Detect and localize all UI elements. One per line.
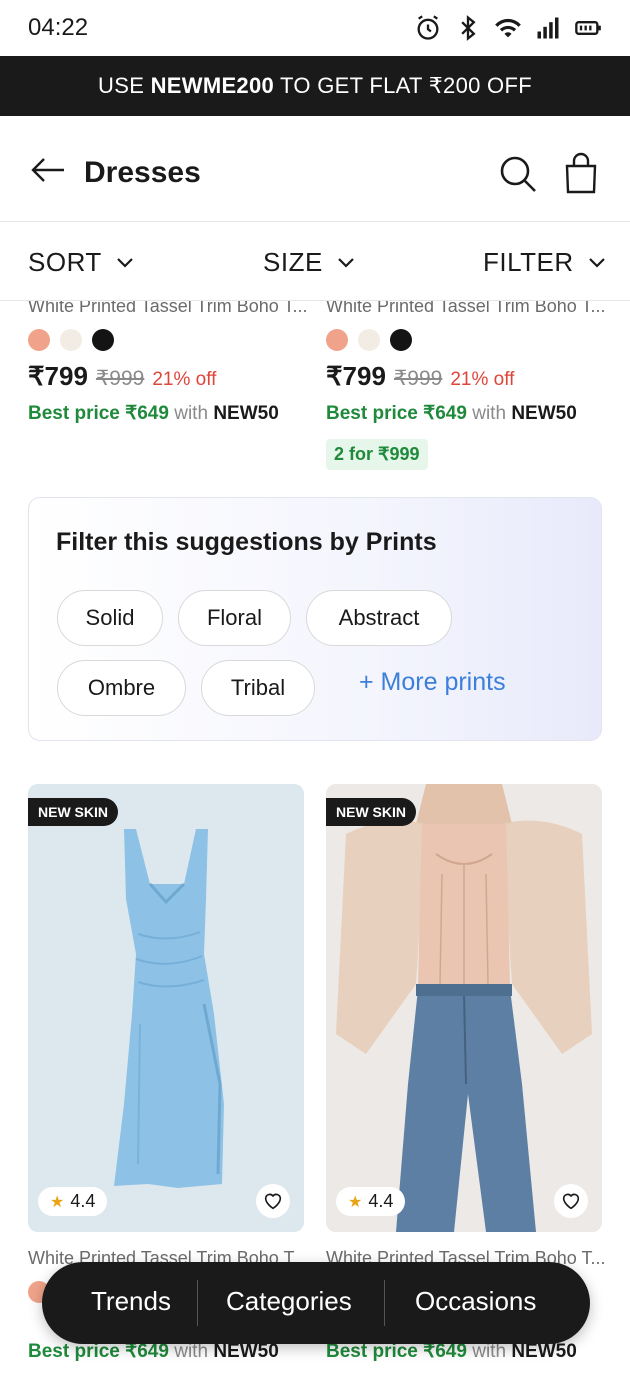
color-swatches: [326, 329, 606, 351]
filter-suggestion-title: Filter this suggestions by Prints: [56, 528, 437, 556]
star-icon: ★: [348, 1193, 363, 1211]
nav-divider: [384, 1280, 385, 1326]
promo-code: NEWME200: [150, 73, 275, 98]
product-card[interactable]: NEW SKIN ★ 4.4: [326, 784, 602, 1232]
new-skin-tag: NEW SKIN: [28, 798, 118, 826]
battery-icon: [575, 21, 601, 35]
rating-value: 4.4: [70, 1191, 96, 1211]
bluetooth-icon: [461, 15, 476, 41]
filter-label: FILTER: [483, 247, 574, 277]
status-icons: [414, 14, 602, 42]
color-swatch[interactable]: [390, 329, 412, 351]
back-arrow-icon[interactable]: [30, 156, 66, 184]
color-swatch[interactable]: [92, 329, 114, 351]
best-price-label: Best price ₹649: [28, 403, 169, 424]
chip-abstract[interactable]: Abstract: [306, 590, 452, 646]
chip-ombre[interactable]: Ombre: [57, 660, 186, 716]
page: 04:22 USE NEWME200 TO GET FLAT ₹200 OFF …: [0, 0, 630, 1400]
product-image[interactable]: [326, 784, 602, 1232]
heart-icon: [264, 1193, 282, 1210]
heart-icon: [562, 1193, 580, 1210]
mrp: ₹999: [393, 367, 443, 390]
wifi-icon: [495, 18, 521, 38]
search-icon[interactable]: [498, 154, 538, 194]
filter-suggestion-card: Filter this suggestions by Prints Solid …: [28, 497, 602, 741]
color-swatches: [28, 329, 308, 351]
mrp: ₹999: [95, 367, 145, 390]
nav-trends[interactable]: Trends: [91, 1286, 171, 1317]
best-price-with: with: [466, 403, 512, 424]
discount: 21% off: [152, 369, 217, 390]
price: ₹799: [326, 361, 386, 391]
filter-dropdown[interactable]: FILTER: [483, 247, 606, 278]
chip-solid[interactable]: Solid: [57, 590, 163, 646]
chip-tribal[interactable]: Tribal: [201, 660, 315, 716]
rating-badge: ★ 4.4: [38, 1187, 108, 1216]
size-dropdown[interactable]: SIZE: [263, 247, 355, 278]
promo-banner[interactable]: USE NEWME200 TO GET FLAT ₹200 OFF: [0, 56, 630, 116]
chevron-down-icon: [116, 257, 133, 268]
color-swatch[interactable]: [358, 329, 380, 351]
product-info[interactable]: White Printed Tassel Trim Boho T... ₹799…: [326, 296, 606, 470]
best-price-with: with: [168, 403, 214, 424]
coupon-code: NEW50: [511, 403, 577, 424]
rating-value: 4.4: [368, 1191, 394, 1211]
chip-floral[interactable]: Floral: [178, 590, 291, 646]
chevron-down-icon: [588, 257, 605, 268]
alarm-icon: [417, 15, 439, 40]
best-price-label: Best price ₹649: [28, 1341, 169, 1362]
chevron-down-icon: [338, 257, 354, 268]
rating-badge: ★ 4.4: [336, 1187, 406, 1216]
color-swatch[interactable]: [60, 329, 82, 351]
promo-prefix: USE: [98, 73, 151, 98]
color-swatch[interactable]: [28, 329, 50, 351]
nav-divider: [197, 1280, 198, 1326]
discount: 21% off: [450, 369, 515, 390]
nav-categories[interactable]: Categories: [226, 1286, 352, 1317]
sort-label: SORT: [28, 247, 102, 277]
nav-occasions[interactable]: Occasions: [415, 1286, 536, 1317]
more-prints-link[interactable]: + More prints: [359, 668, 506, 697]
new-skin-tag: NEW SKIN: [326, 798, 416, 826]
bottom-nav: Trends Categories Occasions: [42, 1262, 590, 1344]
wishlist-button[interactable]: [256, 1184, 290, 1218]
page-title: Dresses: [84, 156, 201, 189]
promo-suffix: TO GET FLAT ₹200 OFF: [274, 73, 532, 98]
wishlist-button[interactable]: [554, 1184, 588, 1218]
status-bar: 04:22: [0, 0, 630, 56]
product-image[interactable]: [28, 784, 304, 1232]
best-price: Best price ₹649 with NEW50: [326, 402, 606, 425]
price-row: ₹799 ₹999 21% off: [326, 361, 606, 392]
coupon-code: NEW50: [511, 1341, 577, 1362]
signal-icon: [537, 17, 559, 39]
best-price-with: with: [168, 1341, 214, 1362]
coupon-code: NEW50: [213, 403, 279, 424]
combo-offer-badge: 2 for ₹999: [326, 439, 428, 470]
price: ₹799: [28, 361, 88, 391]
best-price-label: Best price ₹649: [326, 1341, 467, 1362]
price-row: ₹799 ₹999 21% off: [28, 361, 308, 392]
best-price: Best price ₹649 with NEW50: [28, 402, 308, 425]
product-info[interactable]: White Printed Tassel Trim Boho T... ₹799…: [28, 296, 308, 425]
product-card[interactable]: NEW SKIN ★ 4.4: [28, 784, 304, 1232]
best-price-with: with: [466, 1341, 512, 1362]
best-price-label: Best price ₹649: [326, 403, 467, 424]
sort-filter-bar: SORT SIZE FILTER: [0, 223, 630, 301]
status-time: 04:22: [28, 14, 89, 41]
color-swatch[interactable]: [326, 329, 348, 351]
app-header: Dresses: [0, 116, 630, 222]
coupon-code: NEW50: [213, 1341, 279, 1362]
size-label: SIZE: [263, 247, 323, 277]
star-icon: ★: [50, 1193, 65, 1211]
shopping-bag-icon[interactable]: [564, 152, 598, 194]
sort-dropdown[interactable]: SORT: [28, 247, 134, 278]
